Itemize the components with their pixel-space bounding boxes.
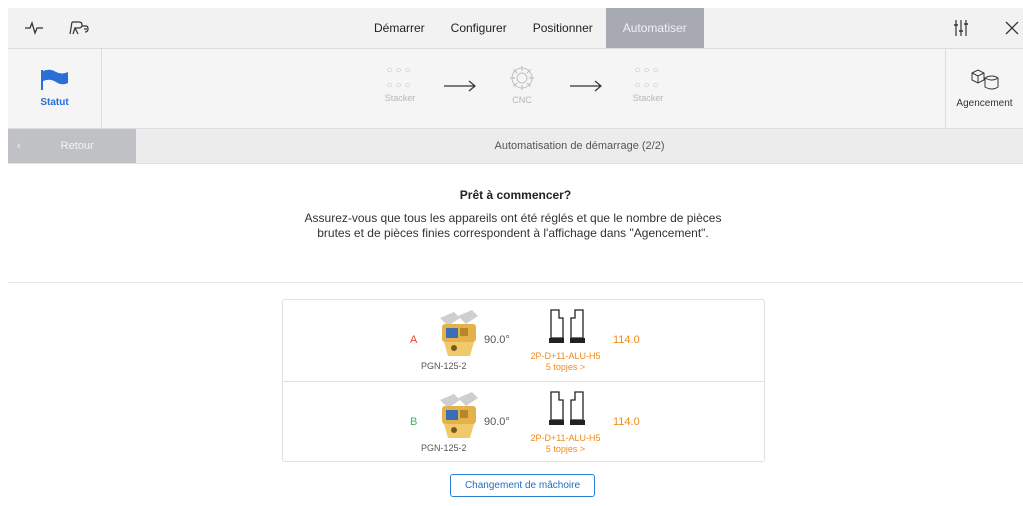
jaws-icon (547, 308, 587, 351)
gripper-image-icon (434, 310, 484, 363)
gripper-letter: B (410, 416, 418, 428)
gripper-row-b[interactable]: B 90.0° PGN-125-2 2P-D+11-ALU-H5 5 topje… (283, 381, 764, 462)
status-button[interactable]: Statut (8, 49, 102, 128)
gripper-row-a[interactable]: A 90.0° PGN-125-2 2P-D+11-ALU-H5 5 topje… (283, 300, 764, 380)
step-title: Automatisation de démarrage (2/2) (494, 140, 665, 152)
jaws-icon (547, 390, 587, 433)
gripper-height: 114.0 (613, 334, 640, 346)
status-label: Statut (40, 97, 69, 108)
back-label: Retour (60, 140, 94, 152)
jaw-count-link[interactable]: 5 topjes > (523, 444, 608, 454)
step-header: ‹ Retour Automatisation de démarrage (2/… (8, 129, 1023, 164)
gripper-letter: A (410, 334, 418, 346)
flag-icon (40, 69, 68, 90)
gear-icon (510, 66, 534, 90)
chevron-left-icon: ‹ (17, 140, 21, 152)
workflow-node-label: Stacker (384, 93, 416, 103)
workflow-node-label: CNC (512, 95, 532, 105)
workflow-node-cnc: CNC (492, 63, 552, 105)
gripper-model: PGN-125-2 (421, 443, 467, 453)
close-icon[interactable] (992, 8, 1023, 48)
workflow-node-stacker-output: ○○○ ○○○ Stacker (618, 63, 678, 103)
arrow-right-icon (569, 79, 603, 98)
robot-logo-icon[interactable] (58, 8, 98, 48)
workflow-node-label: Stacker (632, 93, 664, 103)
ready-instructions: Assurez-vous que tous les appareils ont … (304, 211, 722, 240)
tab-positionner[interactable]: Positionner (520, 8, 606, 48)
app-frame: Démarrer Configurer Positionner Automati… (8, 8, 1023, 506)
arrow-right-icon (443, 79, 477, 98)
gripper-angle: 90.0° (484, 334, 510, 346)
gripper-image-icon (434, 392, 484, 445)
tab-configurer[interactable]: Configurer (438, 8, 520, 48)
gripper-model: PGN-125-2 (421, 361, 467, 371)
layout-button[interactable]: Agencement (945, 49, 1023, 128)
jaw-model-link[interactable]: 2P-D+11-ALU-H5 (523, 433, 608, 443)
back-button[interactable]: ‹ Retour (8, 129, 136, 163)
cubes-layout-icon (971, 69, 998, 90)
tab-demarrer[interactable]: Démarrer (361, 8, 438, 48)
workflow-node-stacker-input: ○○○ ○○○ Stacker (370, 63, 430, 103)
pulse-icon[interactable] (14, 8, 54, 48)
gripper-height: 114.0 (613, 416, 640, 428)
change-jaws-button[interactable]: Changement de mâchoire (450, 474, 595, 497)
main-tabs: Démarrer Configurer Positionner Automati… (361, 8, 704, 48)
sliders-icon[interactable] (941, 8, 981, 48)
stacker-dots-icon: ○○○ ○○○ (634, 65, 662, 91)
gripper-angle: 90.0° (484, 416, 510, 428)
ready-title: Prêt à commencer? (459, 188, 572, 202)
tab-automatiser[interactable]: Automatiser (605, 8, 704, 48)
jaw-model-link[interactable]: 2P-D+11-ALU-H5 (523, 351, 608, 361)
workflow-bar: Statut ○○○ ○○○ Stacker CNC ○○○ ○○○ Stacker… (8, 49, 1023, 129)
gripper-card: A 90.0° PGN-125-2 2P-D+11-ALU-H5 5 topje… (282, 299, 765, 462)
top-nav-bar: Démarrer Configurer Positionner Automati… (8, 8, 1023, 49)
divider (8, 282, 1023, 283)
layout-label: Agencement (956, 98, 1013, 109)
stacker-dots-icon: ○○○ ○○○ (386, 65, 414, 91)
jaw-count-link[interactable]: 5 topjes > (523, 362, 608, 372)
